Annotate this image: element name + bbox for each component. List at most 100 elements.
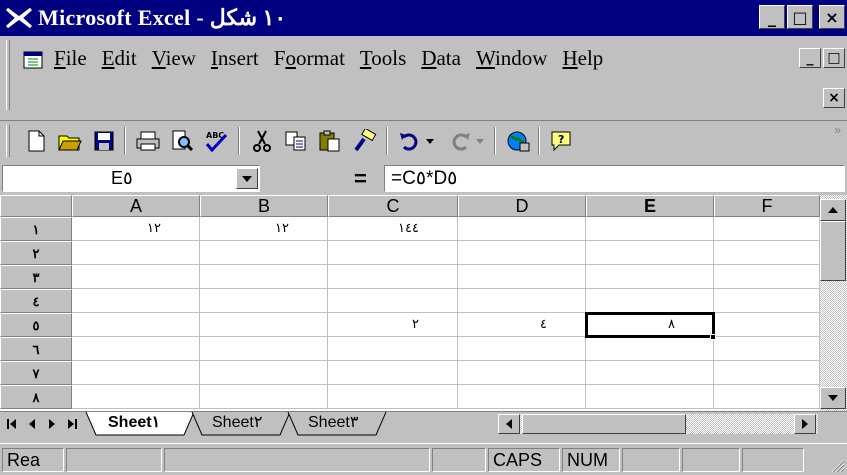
cell-b5[interactable] <box>200 313 328 337</box>
menu-data[interactable]: Data <box>421 46 461 71</box>
row-header-8[interactable]: ٨ <box>0 385 72 409</box>
toolbar-grip[interactable] <box>6 125 10 157</box>
cell-b3[interactable] <box>200 265 328 289</box>
row-header-4[interactable]: ٤ <box>0 289 72 313</box>
cell-f8[interactable] <box>714 385 820 409</box>
cell-a1[interactable]: ١٢ <box>72 217 200 241</box>
cell-e8[interactable] <box>586 385 714 409</box>
cell-c7[interactable] <box>328 361 458 385</box>
cell-d5[interactable]: ٤ <box>458 313 586 337</box>
spelling-icon[interactable]: ABC <box>200 127 232 155</box>
cell-c6[interactable] <box>328 337 458 361</box>
office-assistant-icon[interactable]: ? <box>546 127 578 155</box>
horizontal-scrollbar[interactable] <box>498 414 818 434</box>
format-painter-icon[interactable] <box>348 127 380 155</box>
doc-restore-button[interactable]: □ <box>823 48 845 68</box>
undo-dropdown-icon[interactable] <box>422 127 438 155</box>
cell-c3[interactable] <box>328 265 458 289</box>
fill-handle[interactable] <box>710 334 716 340</box>
cell-e1[interactable] <box>586 217 714 241</box>
horizontal-scroll-thumb[interactable] <box>522 414 686 434</box>
cell-f7[interactable] <box>714 361 820 385</box>
menu-format[interactable]: Foormat <box>274 46 345 71</box>
workbook-icon[interactable] <box>22 50 46 70</box>
cell-b1[interactable]: ١٢ <box>200 217 328 241</box>
cell-b8[interactable] <box>200 385 328 409</box>
cell-a7[interactable] <box>72 361 200 385</box>
cell-c5[interactable]: ٢ <box>328 313 458 337</box>
worksheet-grid[interactable]: A B C D E F ١ ١٢ ١٢ ١٤٤ ٢ ٣ ٤ ٥ ٢ ٤ ٨ ٦ ٧ ٨ <box>0 195 820 411</box>
new-icon[interactable] <box>20 127 52 155</box>
select-all-corner[interactable] <box>0 195 72 217</box>
menu-insert[interactable]: Insert <box>211 46 259 71</box>
minimize-button[interactable]: _ <box>759 5 785 29</box>
cell-b6[interactable] <box>200 337 328 361</box>
cell-b2[interactable] <box>200 241 328 265</box>
cell-b7[interactable] <box>200 361 328 385</box>
scroll-right-icon[interactable] <box>794 414 816 434</box>
prev-sheet-icon[interactable] <box>22 414 42 434</box>
column-header-c[interactable]: C <box>328 195 458 217</box>
cell-a2[interactable] <box>72 241 200 265</box>
print-icon[interactable] <box>132 127 164 155</box>
cell-a3[interactable] <box>72 265 200 289</box>
row-header-6[interactable]: ٦ <box>0 337 72 361</box>
close-button[interactable]: × <box>819 5 845 29</box>
cell-d7[interactable] <box>458 361 586 385</box>
menu-file[interactable]: File <box>54 46 87 71</box>
menu-edit[interactable]: Edit <box>102 46 137 71</box>
next-sheet-icon[interactable] <box>42 414 62 434</box>
cell-a6[interactable] <box>72 337 200 361</box>
row-header-3[interactable]: ٣ <box>0 265 72 289</box>
column-header-f[interactable]: F <box>714 195 820 217</box>
formula-input[interactable]: =C٥*D٥ <box>384 165 845 192</box>
column-header-e[interactable]: E <box>586 195 714 217</box>
cell-a8[interactable] <box>72 385 200 409</box>
sheet-tab-2[interactable]: Sheet٢ <box>200 412 274 435</box>
doc-close-button[interactable]: × <box>823 88 845 108</box>
menu-window[interactable]: Window <box>476 46 547 71</box>
cell-f6[interactable] <box>714 337 820 361</box>
row-header-1[interactable]: ١ <box>0 217 72 241</box>
cell-c2[interactable] <box>328 241 458 265</box>
cell-b4[interactable] <box>200 289 328 313</box>
cell-a5[interactable] <box>72 313 200 337</box>
cell-d1[interactable] <box>458 217 586 241</box>
redo-dropdown-icon[interactable] <box>472 127 488 155</box>
toolbar-more-button[interactable]: » <box>834 123 841 137</box>
doc-minimize-button[interactable]: _ <box>799 48 821 68</box>
cell-f2[interactable] <box>714 241 820 265</box>
menu-help[interactable]: Help <box>562 46 603 71</box>
cell-d2[interactable] <box>458 241 586 265</box>
excel-app-icon[interactable] <box>4 4 34 32</box>
menu-view[interactable]: View <box>152 46 196 71</box>
cell-f5[interactable] <box>714 313 820 337</box>
cell-d3[interactable] <box>458 265 586 289</box>
edit-formula-button[interactable]: = <box>354 165 367 192</box>
sheet-tab-1[interactable]: Sheet١ <box>96 412 172 435</box>
cell-e5[interactable]: ٨ <box>586 313 714 337</box>
cell-e6[interactable] <box>586 337 714 361</box>
cell-d8[interactable] <box>458 385 586 409</box>
cell-c8[interactable] <box>328 385 458 409</box>
cell-a4[interactable] <box>72 289 200 313</box>
scroll-up-icon[interactable] <box>820 199 846 221</box>
scroll-left-icon[interactable] <box>498 414 520 434</box>
cell-e3[interactable] <box>586 265 714 289</box>
cell-f1[interactable] <box>714 217 820 241</box>
cell-e2[interactable] <box>586 241 714 265</box>
cell-d4[interactable] <box>458 289 586 313</box>
cell-d6[interactable] <box>458 337 586 361</box>
paste-icon[interactable] <box>314 127 346 155</box>
cell-c1[interactable]: ١٤٤ <box>328 217 458 241</box>
cut-icon[interactable] <box>246 127 278 155</box>
column-header-a[interactable]: A <box>72 195 200 217</box>
restore-button[interactable]: □ <box>787 5 813 29</box>
web-toolbar-icon[interactable] <box>502 127 534 155</box>
resize-grip-icon[interactable] <box>827 455 845 473</box>
menu-grip[interactable] <box>6 40 10 110</box>
copy-icon[interactable] <box>280 127 312 155</box>
column-header-d[interactable]: D <box>458 195 586 217</box>
vertical-scrollbar[interactable] <box>820 195 847 411</box>
row-header-7[interactable]: ٧ <box>0 361 72 385</box>
